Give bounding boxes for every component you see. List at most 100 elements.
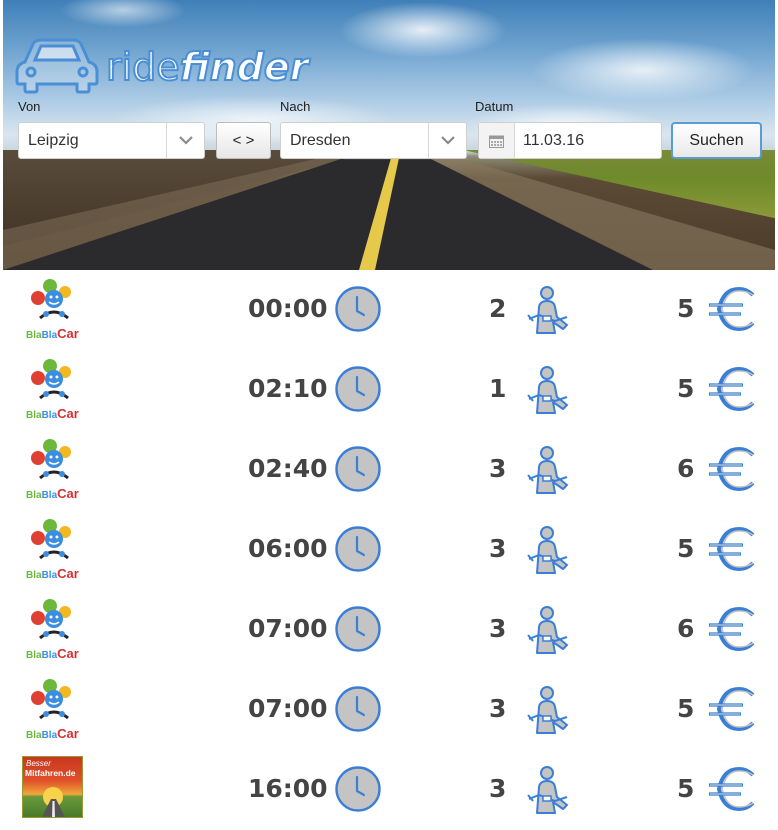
provider-name-part: Besser <box>26 759 51 768</box>
provider-name-part: Bla <box>41 410 58 421</box>
provider-name-part: Bla <box>26 490 42 501</box>
provider-logo: BlaBlaCar <box>22 598 84 662</box>
provider-logo: BlaBlaCar <box>22 358 84 422</box>
provider-name-part: Car <box>57 406 79 421</box>
chevron-down-icon <box>428 123 466 158</box>
euro-icon <box>709 446 755 492</box>
free-seats: 3 <box>489 694 507 723</box>
price: 5 <box>677 694 695 723</box>
provider-name: BlaBlaCar <box>22 406 84 421</box>
to-value: Dresden <box>290 131 351 149</box>
provider-name-part: Mitfahren.de <box>25 768 76 778</box>
provider-logo: BlaBlaCar <box>22 438 84 502</box>
provider-name: BlaBlaCar <box>22 326 84 341</box>
clock-icon <box>335 686 381 732</box>
euro-icon <box>709 766 755 812</box>
free-seats: 3 <box>489 774 507 803</box>
to-select[interactable]: Dresden <box>280 122 467 159</box>
date-input[interactable]: 11.03.16 <box>478 122 662 159</box>
price: 6 <box>677 454 695 483</box>
provider-logo: BlaBlaCar <box>22 278 84 342</box>
provider-name-part: Car <box>57 726 79 741</box>
seatbelt-icon <box>527 286 568 334</box>
provider-name-part: Bla <box>26 650 42 661</box>
provider-name-part: Bla <box>41 490 58 501</box>
blablacar-mascot-icon <box>31 519 71 560</box>
departure-time: 07:00 <box>248 614 328 643</box>
seatbelt-icon <box>527 606 568 654</box>
provider-name: BlaBlaCar <box>22 647 84 661</box>
free-seats: 1 <box>489 374 507 403</box>
clock-icon <box>335 526 381 572</box>
clock-icon <box>335 766 381 812</box>
clock-icon <box>335 366 381 412</box>
departure-time: 07:00 <box>248 694 328 723</box>
blablacar-mascot-icon <box>31 599 71 640</box>
euro-icon <box>709 526 755 572</box>
to-label: Nach <box>280 99 311 114</box>
seatbelt-icon <box>527 446 568 494</box>
provider-logo: BlaBlaCar <box>22 678 84 742</box>
free-seats: 3 <box>489 614 507 643</box>
brand-part-finder: finder <box>179 45 310 89</box>
free-seats: 3 <box>489 454 507 483</box>
seatbelt-icon <box>527 766 568 814</box>
date-label: Datum <box>475 99 514 114</box>
ride-row[interactable]: BlaBlaCar 07:00 3 6 <box>0 590 778 670</box>
from-select[interactable]: Leipzig <box>18 122 205 159</box>
provider-name-part: Bla <box>26 730 42 741</box>
provider-name-part: Bla <box>26 410 42 421</box>
blablacar-mascot-icon <box>31 679 71 720</box>
header-banner: ridefinder Von Leipzig < > Nach Dresden … <box>3 0 775 270</box>
ride-row[interactable]: Besser Mitfahren.de 16:00 3 5 <box>0 750 778 830</box>
date-value: 11.03.16 <box>523 131 585 149</box>
clock-icon <box>335 446 381 492</box>
price: 5 <box>677 774 695 803</box>
departure-time: 06:00 <box>248 534 328 563</box>
brand-logo-text: ridefinder <box>105 45 310 89</box>
clock-icon <box>335 606 381 652</box>
provider-name-part: Car <box>57 486 79 501</box>
ride-row[interactable]: BlaBlaCar 06:00 3 5 <box>0 510 778 590</box>
ride-row[interactable]: BlaBlaCar 02:40 3 6 <box>0 430 778 510</box>
provider-logo: BlaBlaCar <box>22 518 84 582</box>
euro-icon <box>709 686 755 732</box>
car-icon <box>15 38 99 94</box>
price: 5 <box>677 534 695 563</box>
euro-icon <box>709 366 755 412</box>
provider-logo: Besser Mitfahren.de <box>22 756 83 818</box>
search-button[interactable]: Suchen <box>671 122 762 159</box>
price: 6 <box>677 614 695 643</box>
blablacar-mascot-icon <box>31 439 71 480</box>
chevron-down-icon <box>166 123 204 158</box>
departure-time: 16:00 <box>248 774 328 803</box>
provider-name-part: Bla <box>41 330 58 341</box>
provider-name-part: Bla <box>41 730 58 741</box>
seatbelt-icon <box>527 366 568 414</box>
clock-icon <box>335 286 381 332</box>
departure-time: 02:40 <box>248 454 328 483</box>
ride-row[interactable]: BlaBlaCar 07:00 3 5 <box>0 670 778 750</box>
provider-name: BlaBlaCar <box>22 726 84 741</box>
swap-button[interactable]: < > <box>216 122 271 159</box>
provider-name: BlaBlaCar <box>22 566 84 581</box>
departure-time: 00:00 <box>248 294 328 323</box>
ride-row[interactable]: BlaBlaCar 00:00 2 5 <box>0 270 778 350</box>
calendar-icon[interactable] <box>479 123 515 158</box>
departure-time: 02:10 <box>248 374 328 403</box>
free-seats: 3 <box>489 534 507 563</box>
seatbelt-icon <box>527 526 568 574</box>
brand-part-ride: ride <box>105 45 181 89</box>
euro-icon <box>709 286 755 332</box>
ride-row[interactable]: BlaBlaCar 02:10 1 5 <box>0 350 778 430</box>
provider-name: BlaBlaCar <box>22 486 84 501</box>
blablacar-mascot-icon <box>31 279 71 320</box>
provider-name-part: Bla <box>26 330 42 341</box>
price: 5 <box>677 294 695 323</box>
blablacar-mascot-icon <box>31 359 71 400</box>
price: 5 <box>677 374 695 403</box>
from-label: Von <box>18 99 41 114</box>
provider-name-part: Car <box>57 326 79 341</box>
provider-name-part: Bla <box>41 570 58 581</box>
provider-name-part: Car <box>57 566 79 581</box>
